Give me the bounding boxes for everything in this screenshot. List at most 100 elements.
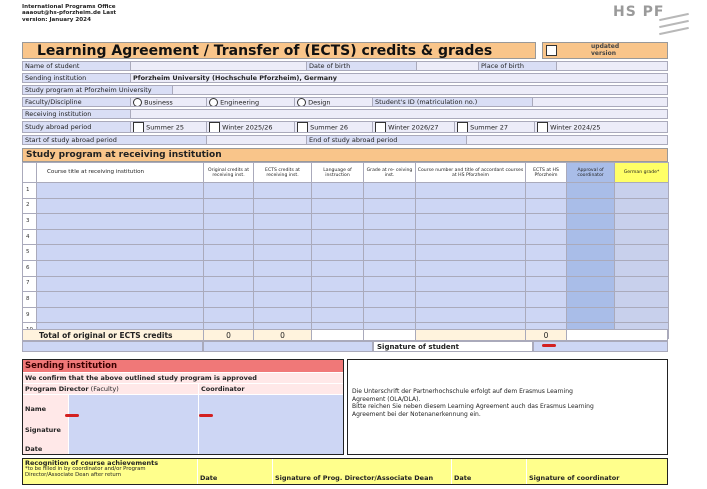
updated-version-checkbox[interactable] bbox=[546, 45, 557, 56]
course-cell[interactable] bbox=[566, 213, 615, 230]
course-cell[interactable] bbox=[311, 275, 364, 293]
course-cell[interactable] bbox=[363, 244, 416, 261]
course-cell[interactable] bbox=[203, 291, 254, 308]
course-cell[interactable] bbox=[525, 275, 567, 293]
period-checkbox[interactable] bbox=[375, 122, 386, 132]
course-cell[interactable] bbox=[415, 182, 526, 199]
name-field[interactable] bbox=[130, 61, 306, 71]
course-cell[interactable] bbox=[203, 275, 254, 293]
course-cell[interactable] bbox=[525, 213, 567, 230]
course-cell[interactable] bbox=[253, 197, 312, 215]
course-cell[interactable] bbox=[363, 182, 416, 199]
student-id-field[interactable] bbox=[532, 97, 668, 107]
course-cell[interactable] bbox=[566, 182, 615, 199]
course-cell[interactable] bbox=[614, 197, 669, 215]
course-cell[interactable] bbox=[203, 213, 254, 230]
course-cell[interactable] bbox=[253, 275, 312, 293]
period-option[interactable]: Winter 2024/25 bbox=[534, 121, 668, 133]
program-field[interactable] bbox=[172, 85, 668, 95]
course-cell[interactable] bbox=[311, 244, 364, 261]
period-option[interactable]: Summer 26 bbox=[294, 121, 372, 133]
course-cell[interactable] bbox=[311, 259, 364, 277]
course-cell[interactable] bbox=[525, 259, 567, 277]
course-cell[interactable] bbox=[253, 228, 312, 246]
course-cell[interactable] bbox=[525, 291, 567, 308]
period-checkbox[interactable] bbox=[537, 122, 548, 132]
course-cell[interactable] bbox=[363, 228, 416, 246]
course-cell[interactable] bbox=[36, 275, 204, 293]
course-cell[interactable] bbox=[363, 259, 416, 277]
course-cell[interactable] bbox=[415, 275, 526, 293]
course-cell[interactable] bbox=[253, 291, 312, 308]
dob-field[interactable] bbox=[416, 61, 478, 71]
course-cell[interactable] bbox=[415, 228, 526, 246]
period-option[interactable]: Summer 27 bbox=[454, 121, 534, 133]
course-cell[interactable] bbox=[614, 306, 669, 324]
period-checkbox[interactable] bbox=[209, 122, 220, 132]
course-cell[interactable] bbox=[203, 197, 254, 215]
course-cell[interactable] bbox=[614, 213, 669, 230]
course-cell[interactable] bbox=[36, 259, 204, 277]
course-cell[interactable] bbox=[415, 291, 526, 308]
course-cell[interactable] bbox=[525, 244, 567, 261]
course-cell[interactable] bbox=[415, 259, 526, 277]
faculty-engineering[interactable]: Engineering bbox=[206, 97, 294, 107]
course-cell[interactable] bbox=[311, 306, 364, 324]
course-cell[interactable] bbox=[363, 213, 416, 230]
course-cell[interactable] bbox=[415, 306, 526, 324]
course-cell[interactable] bbox=[203, 259, 254, 277]
course-cell[interactable] bbox=[203, 244, 254, 261]
course-cell[interactable] bbox=[253, 259, 312, 277]
course-cell[interactable] bbox=[566, 244, 615, 261]
course-cell[interactable] bbox=[253, 306, 312, 324]
course-cell[interactable] bbox=[311, 197, 364, 215]
recognition-signature-dean[interactable]: Signature of Prog. Director/Associate De… bbox=[273, 459, 451, 484]
engineering-radio[interactable] bbox=[209, 98, 218, 106]
course-cell[interactable] bbox=[566, 197, 615, 215]
course-cell[interactable] bbox=[525, 182, 567, 199]
course-cell[interactable] bbox=[36, 213, 204, 230]
course-cell[interactable] bbox=[203, 182, 254, 199]
recognition-date-1[interactable]: Date bbox=[198, 459, 272, 484]
course-cell[interactable] bbox=[415, 213, 526, 230]
coordinator-fields[interactable] bbox=[199, 395, 343, 454]
course-cell[interactable] bbox=[525, 197, 567, 215]
course-cell[interactable] bbox=[614, 275, 669, 293]
period-option[interactable]: Winter 2025/26 bbox=[206, 121, 294, 133]
course-cell[interactable] bbox=[566, 275, 615, 293]
receiving-field[interactable] bbox=[130, 109, 668, 119]
course-cell[interactable] bbox=[566, 306, 615, 324]
course-cell[interactable] bbox=[311, 228, 364, 246]
course-cell[interactable] bbox=[36, 306, 204, 324]
faculty-business[interactable]: Business bbox=[130, 97, 206, 107]
course-cell[interactable] bbox=[566, 228, 615, 246]
period-option[interactable]: Winter 2026/27 bbox=[372, 121, 454, 133]
recognition-signature-coordinator[interactable]: Signature of coordinator bbox=[527, 459, 667, 484]
course-cell[interactable] bbox=[363, 275, 416, 293]
course-cell[interactable] bbox=[253, 182, 312, 199]
course-cell[interactable] bbox=[36, 244, 204, 261]
course-cell[interactable] bbox=[566, 259, 615, 277]
course-cell[interactable] bbox=[614, 182, 669, 199]
start-field[interactable] bbox=[206, 135, 306, 145]
course-cell[interactable] bbox=[614, 228, 669, 246]
course-cell[interactable] bbox=[203, 306, 254, 324]
course-cell[interactable] bbox=[415, 197, 526, 215]
course-cell[interactable] bbox=[253, 213, 312, 230]
course-cell[interactable] bbox=[311, 213, 364, 230]
pob-field[interactable] bbox=[556, 61, 668, 71]
course-cell[interactable] bbox=[566, 291, 615, 308]
course-cell[interactable] bbox=[363, 197, 416, 215]
course-cell[interactable] bbox=[363, 291, 416, 308]
course-cell[interactable] bbox=[253, 244, 312, 261]
course-cell[interactable] bbox=[525, 306, 567, 324]
course-cell[interactable] bbox=[363, 306, 416, 324]
course-cell[interactable] bbox=[36, 291, 204, 308]
course-cell[interactable] bbox=[311, 182, 364, 199]
period-option[interactable]: Summer 25 bbox=[130, 121, 206, 133]
course-cell[interactable] bbox=[203, 228, 254, 246]
business-radio[interactable] bbox=[133, 98, 142, 106]
period-checkbox[interactable] bbox=[297, 122, 308, 132]
course-cell[interactable] bbox=[36, 182, 204, 199]
course-cell[interactable] bbox=[614, 244, 669, 261]
